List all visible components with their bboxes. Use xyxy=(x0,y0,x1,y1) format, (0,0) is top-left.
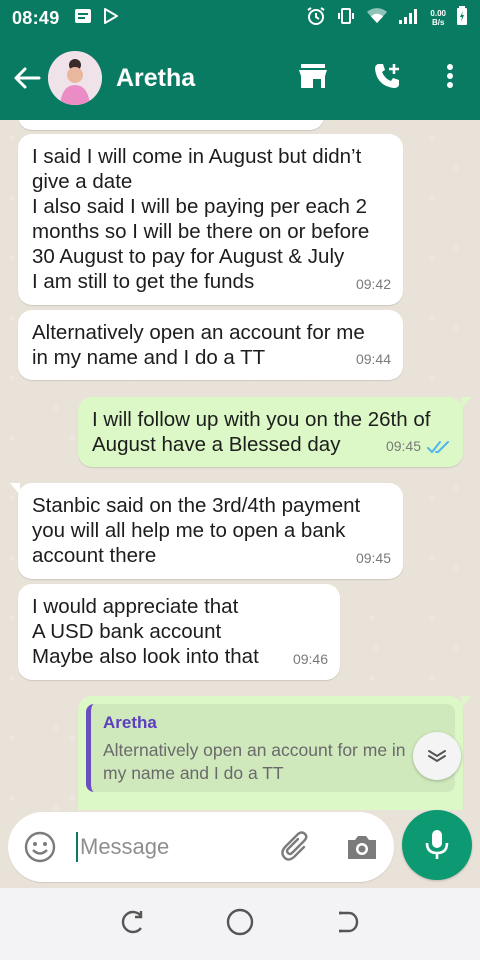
reply-message-bubble[interactable]: Aretha Alternatively open an account for… xyxy=(78,696,471,810)
home-button[interactable] xyxy=(225,907,255,942)
home-circle-icon xyxy=(226,908,254,935)
back-button[interactable] xyxy=(10,61,44,95)
message-text: I would appreciate that A USD bank accou… xyxy=(32,595,259,668)
add-call-icon[interactable] xyxy=(372,61,402,96)
double-chevron-down-icon xyxy=(428,750,446,763)
status-bar: 08:49 0.00 B/s xyxy=(0,0,480,36)
message-bubble-partial xyxy=(18,120,324,130)
play-store-icon xyxy=(102,7,120,30)
message-composer[interactable] xyxy=(8,812,394,882)
contact-name[interactable]: Aretha xyxy=(116,64,195,93)
signal-icon xyxy=(398,7,420,30)
emoji-button[interactable] xyxy=(22,829,58,865)
wifi-icon xyxy=(366,7,388,30)
message-text: Alternatively open an account for me in … xyxy=(32,321,365,369)
text-cursor xyxy=(76,832,78,862)
network-speed: 0.00 B/s xyxy=(430,9,446,27)
back-arrow-icon xyxy=(14,67,41,89)
attach-button[interactable] xyxy=(278,829,314,865)
avatar-image xyxy=(48,51,102,105)
chat-header: Aretha xyxy=(0,36,480,120)
paperclip-icon xyxy=(281,831,308,861)
message-text: Stanbic said on the 3rd/4th payment you … xyxy=(32,494,361,567)
message-text: I said I will come in August but didn’t … xyxy=(32,145,370,293)
message-bubble-incoming[interactable]: I said I will come in August but didn’t … xyxy=(18,134,403,305)
chat-area[interactable]: I said I will come in August but didn’t … xyxy=(0,120,480,810)
message-bubble-outgoing[interactable]: I will follow up with you on the 26th of… xyxy=(78,397,471,467)
back-nav-icon xyxy=(339,911,359,932)
quoted-message[interactable]: Aretha Alternatively open an account for… xyxy=(86,704,455,792)
read-receipt-icon xyxy=(427,440,449,453)
camera-icon xyxy=(348,836,376,859)
message-time: 09:42 xyxy=(355,276,391,292)
emoji-icon xyxy=(24,831,56,863)
network-speed-unit: B/s xyxy=(431,18,445,27)
recents-icon xyxy=(121,910,143,933)
battery-icon xyxy=(456,5,468,31)
message-notification-icon xyxy=(74,8,92,29)
system-navigation-bar xyxy=(0,888,480,960)
microphone-icon xyxy=(425,830,449,859)
message-time: 09:46 xyxy=(292,651,328,667)
message-time: 09:45 xyxy=(355,550,391,566)
contact-avatar[interactable] xyxy=(48,51,102,105)
back-nav-button[interactable] xyxy=(333,908,361,941)
more-options-icon[interactable] xyxy=(446,63,454,94)
message-bubble-incoming[interactable]: Stanbic said on the 3rd/4th payment you … xyxy=(10,483,403,579)
camera-button[interactable] xyxy=(344,829,380,865)
alarm-icon xyxy=(306,6,326,31)
message-time: 09:45 xyxy=(385,438,421,454)
message-input[interactable] xyxy=(80,834,270,860)
business-store-icon[interactable] xyxy=(298,62,328,95)
message-bubble-incoming[interactable]: I would appreciate that A USD bank accou… xyxy=(18,584,340,680)
message-time: 09:44 xyxy=(355,351,391,367)
message-bubble-incoming[interactable]: Alternatively open an account for me in … xyxy=(18,310,403,380)
voice-message-button[interactable] xyxy=(402,810,472,880)
quoted-sender: Aretha xyxy=(103,713,157,732)
vibrate-icon xyxy=(336,6,356,31)
status-time: 08:49 xyxy=(12,7,60,28)
composer-bar xyxy=(0,810,480,888)
network-speed-value: 0.00 xyxy=(430,9,446,18)
quoted-text: Alternatively open an account for me in … xyxy=(103,740,406,783)
scroll-to-bottom-button[interactable] xyxy=(413,732,461,780)
recent-apps-button[interactable] xyxy=(119,908,147,941)
